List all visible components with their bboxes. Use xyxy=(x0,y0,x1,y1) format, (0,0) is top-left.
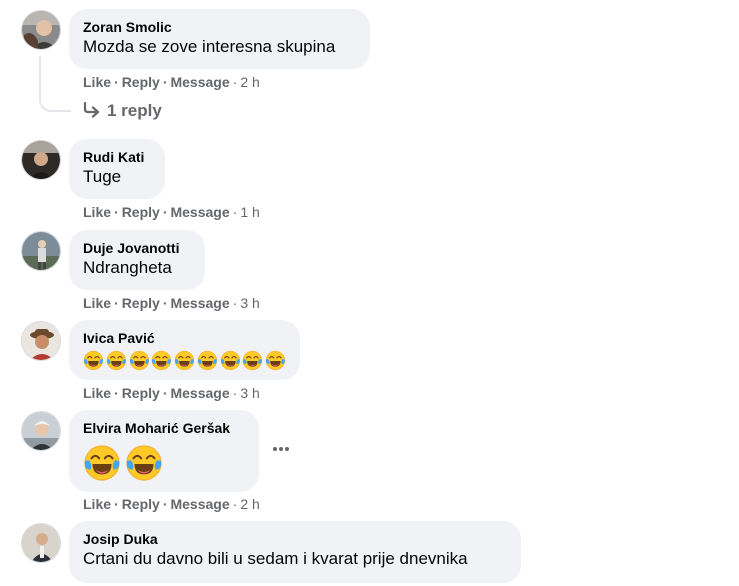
avatar[interactable] xyxy=(21,231,61,271)
comment-actions: Like · Reply · Message · 2 h xyxy=(83,73,260,91)
separator: · xyxy=(232,295,238,311)
avatar[interactable] xyxy=(21,140,61,180)
avatar[interactable] xyxy=(21,321,61,361)
separator: · xyxy=(162,74,168,90)
comment-time[interactable]: 3 h xyxy=(240,385,259,401)
reply-button[interactable]: Reply xyxy=(122,496,160,512)
comment-bubble: Rudi Kati Tuge xyxy=(69,139,165,199)
comment-author[interactable]: Elvira Moharić Geršak xyxy=(83,419,245,437)
separator: · xyxy=(232,496,238,512)
comment-actions: Like · Reply · Message · 3 h xyxy=(83,294,260,312)
separator: · xyxy=(114,295,119,311)
reply-button[interactable]: Reply xyxy=(122,74,160,90)
reply-arrow-icon xyxy=(83,101,101,124)
comment-author[interactable]: Duje Jovanotti xyxy=(83,239,191,257)
separator: · xyxy=(114,385,119,401)
emoji-row xyxy=(83,350,286,371)
separator: · xyxy=(162,295,168,311)
laughing-emoji-icon xyxy=(129,350,150,371)
laughing-emoji-icon xyxy=(242,350,263,371)
like-button[interactable]: Like xyxy=(83,74,111,90)
comment-time[interactable]: 2 h xyxy=(240,74,259,90)
message-button[interactable]: Message xyxy=(170,496,229,512)
separator: · xyxy=(114,496,119,512)
laughing-emoji-icon xyxy=(220,350,241,371)
avatar[interactable] xyxy=(21,523,61,563)
separator: · xyxy=(232,74,238,90)
emoji-row xyxy=(83,444,245,482)
like-button[interactable]: Like xyxy=(83,204,111,220)
comment-author[interactable]: Josip Duka xyxy=(83,530,507,548)
thread-connector-line xyxy=(39,56,71,112)
comment-bubble: Zoran Smolic Mozda se zove interesna sku… xyxy=(69,9,370,69)
like-button[interactable]: Like xyxy=(83,295,111,311)
message-button[interactable]: Message xyxy=(170,385,229,401)
avatar[interactable] xyxy=(21,10,61,50)
laughing-emoji-icon xyxy=(265,350,286,371)
like-button[interactable]: Like xyxy=(83,385,111,401)
message-button[interactable]: Message xyxy=(170,74,229,90)
message-button[interactable]: Message xyxy=(170,204,229,220)
separator: · xyxy=(114,204,119,220)
laughing-emoji-icon xyxy=(106,350,127,371)
laughing-emoji-icon xyxy=(197,350,218,371)
laughing-emoji-icon xyxy=(151,350,172,371)
reply-button[interactable]: Reply xyxy=(122,385,160,401)
comment-author[interactable]: Zoran Smolic xyxy=(83,18,356,36)
laughing-emoji-icon xyxy=(125,444,163,482)
separator: · xyxy=(232,385,238,401)
comment-text: Mozda se zove interesna skupina xyxy=(83,37,336,56)
comment-actions: Like · Reply · Message · 2 h xyxy=(83,495,260,513)
comment-time[interactable]: 2 h xyxy=(240,496,259,512)
comment-bubble: Ivica Pavić xyxy=(69,320,300,380)
laughing-emoji-icon xyxy=(174,350,195,371)
comment-actions: Like · Reply · Message · 1 h xyxy=(83,203,260,221)
comment-actions: Like · Reply · Message · 3 h xyxy=(83,384,260,402)
separator: · xyxy=(114,74,119,90)
like-button[interactable]: Like xyxy=(83,496,111,512)
comment-text: Ndrangheta xyxy=(83,258,172,277)
comment-bubble: Josip Duka Crtani du davno bili u sedam … xyxy=(69,521,521,583)
avatar[interactable] xyxy=(21,411,61,451)
reply-button[interactable]: Reply xyxy=(122,204,160,220)
comment-bubble: Elvira Moharić Geršak xyxy=(69,410,259,492)
comment-author[interactable]: Ivica Pavić xyxy=(83,329,286,347)
laughing-emoji-icon xyxy=(83,350,104,371)
message-button[interactable]: Message xyxy=(170,295,229,311)
comment-text: Crtani du davno bili u sedam i kvarat pr… xyxy=(83,549,468,568)
laughing-emoji-icon xyxy=(83,444,121,482)
view-replies-link[interactable]: 1 reply xyxy=(83,100,162,124)
more-options-icon xyxy=(273,447,289,451)
comment-text: Tuge xyxy=(83,167,122,186)
reply-button[interactable]: Reply xyxy=(122,295,160,311)
view-replies-label: 1 reply xyxy=(107,101,162,120)
separator: · xyxy=(232,204,238,220)
top-divider xyxy=(0,0,739,4)
separator: · xyxy=(162,496,168,512)
comment-thread: Zoran Smolic Mozda se zove interesna sku… xyxy=(0,0,739,586)
more-options-button[interactable] xyxy=(270,440,292,458)
separator: · xyxy=(162,385,168,401)
separator: · xyxy=(162,204,168,220)
comment-author[interactable]: Rudi Kati xyxy=(83,148,151,166)
comment-time[interactable]: 3 h xyxy=(240,295,259,311)
comment-time[interactable]: 1 h xyxy=(240,204,259,220)
comment-bubble: Duje Jovanotti Ndrangheta xyxy=(69,230,205,290)
